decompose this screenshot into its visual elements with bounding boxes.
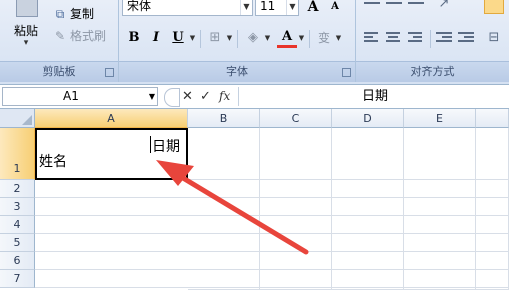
annotation-arrow-icon <box>156 160 309 255</box>
